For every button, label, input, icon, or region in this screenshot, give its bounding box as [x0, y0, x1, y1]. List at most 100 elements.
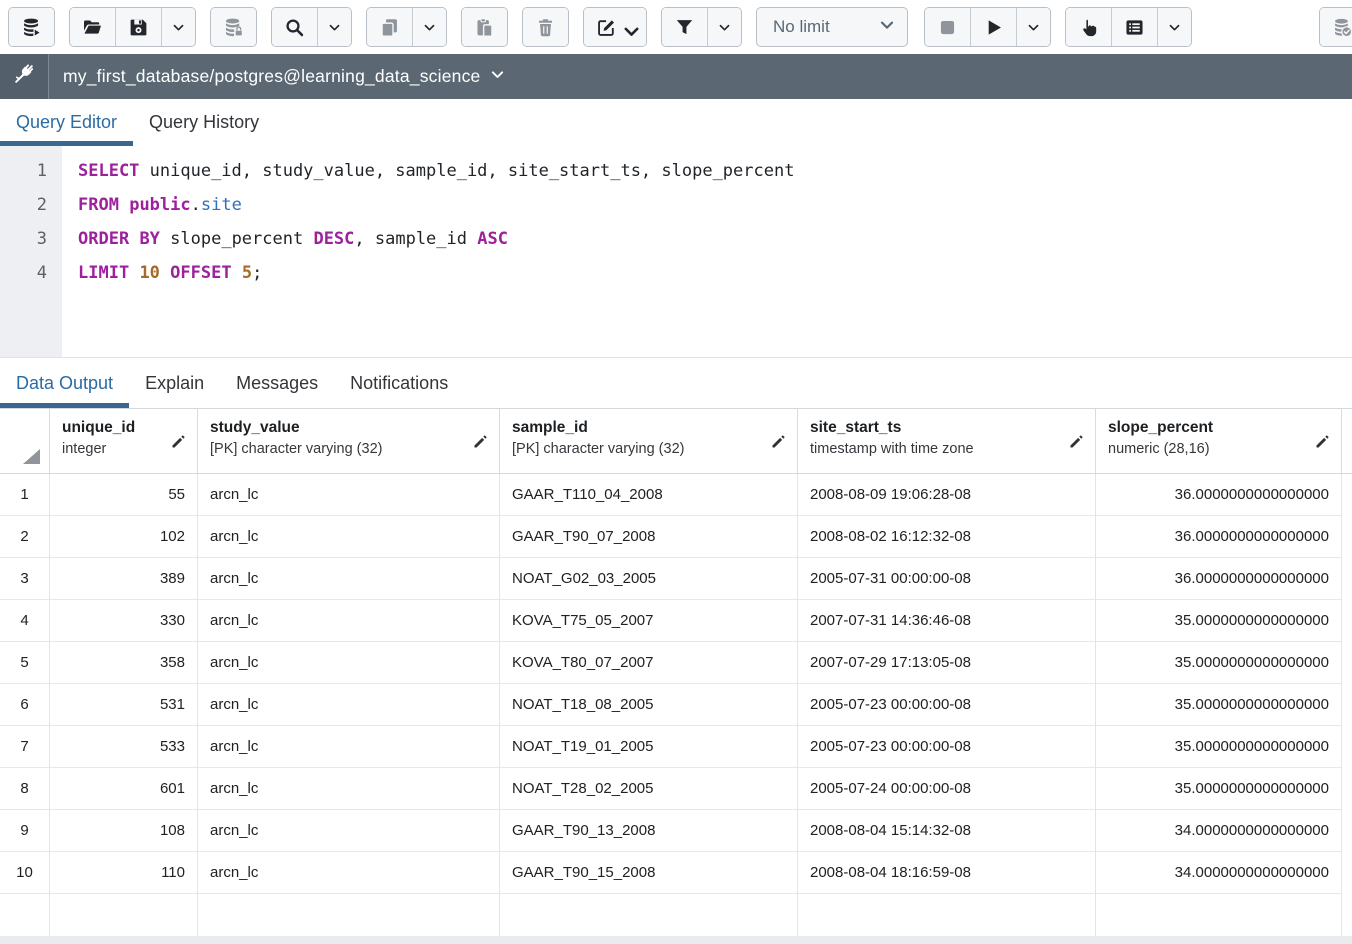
- tab-query-editor[interactable]: Query Editor: [0, 99, 133, 146]
- column-header-unique-id[interactable]: unique_idinteger: [50, 409, 198, 473]
- edit-pencil-icon[interactable]: [472, 433, 489, 450]
- row-number[interactable]: 5: [0, 642, 50, 684]
- cell-site-start-ts[interactable]: 2008-08-09 19:06:28-08: [798, 474, 1096, 516]
- cell-sample-id[interactable]: GAAR_T90_15_2008: [500, 852, 798, 894]
- cell-study-value[interactable]: arcn_lc: [198, 474, 500, 516]
- save-data-changes-button[interactable]: [211, 8, 256, 46]
- cell-sample-id[interactable]: GAAR_T90_07_2008: [500, 516, 798, 558]
- filter-options-dropdown[interactable]: [708, 8, 741, 46]
- cell-site-start-ts[interactable]: 2007-07-31 14:36:46-08: [798, 600, 1096, 642]
- cell-site-start-ts[interactable]: 2007-07-29 17:13:05-08: [798, 642, 1096, 684]
- cell-unique-id[interactable]: 330: [50, 600, 198, 642]
- execute-options-dropdown[interactable]: [1017, 8, 1050, 46]
- cell-slope-percent[interactable]: 34.0000000000000000: [1096, 852, 1342, 894]
- cell-unique-id[interactable]: 110: [50, 852, 198, 894]
- cell-unique-id[interactable]: 389: [50, 558, 198, 600]
- cell-study-value[interactable]: arcn_lc: [198, 726, 500, 768]
- cell-slope-percent[interactable]: 35.0000000000000000: [1096, 684, 1342, 726]
- sql-code[interactable]: SELECT unique_id, study_value, sample_id…: [62, 146, 1352, 357]
- cancel-query-button[interactable]: [925, 8, 971, 46]
- horizontal-scrollbar[interactable]: [0, 936, 1352, 944]
- column-header-study-value[interactable]: study_value[PK] character varying (32): [198, 409, 500, 473]
- cell-slope-percent[interactable]: 36.0000000000000000: [1096, 516, 1342, 558]
- row-number[interactable]: 3: [0, 558, 50, 600]
- cell-slope-percent[interactable]: 35.0000000000000000: [1096, 768, 1342, 810]
- connection-status-button[interactable]: [0, 54, 49, 99]
- cell-unique-id[interactable]: 358: [50, 642, 198, 684]
- query-tool-button[interactable]: [9, 8, 54, 46]
- sql-editor[interactable]: 1234 SELECT unique_id, study_value, samp…: [0, 146, 1352, 358]
- row-number[interactable]: 8: [0, 768, 50, 810]
- row-limit-select[interactable]: No limit: [756, 7, 908, 47]
- cell-study-value[interactable]: arcn_lc: [198, 642, 500, 684]
- cell-slope-percent[interactable]: 35.0000000000000000: [1096, 600, 1342, 642]
- cell-site-start-ts[interactable]: 2008-08-04 15:14:32-08: [798, 810, 1096, 852]
- cell-sample-id[interactable]: GAAR_T90_13_2008: [500, 810, 798, 852]
- row-number[interactable]: 4: [0, 600, 50, 642]
- cell-site-start-ts[interactable]: 2005-07-23 00:00:00-08: [798, 684, 1096, 726]
- cell-sample-id[interactable]: KOVA_T75_05_2007: [500, 600, 798, 642]
- cell-unique-id[interactable]: 102: [50, 516, 198, 558]
- find-button[interactable]: [272, 8, 318, 46]
- cell-study-value[interactable]: arcn_lc: [198, 558, 500, 600]
- tab-messages[interactable]: Messages: [220, 358, 334, 408]
- row-number[interactable]: 2: [0, 516, 50, 558]
- cell-unique-id[interactable]: 533: [50, 726, 198, 768]
- cell-unique-id[interactable]: 55: [50, 474, 198, 516]
- explain-analyze-button[interactable]: [1112, 8, 1158, 46]
- cell-slope-percent[interactable]: 35.0000000000000000: [1096, 642, 1342, 684]
- tab-data-output[interactable]: Data Output: [0, 358, 129, 408]
- cell-sample-id[interactable]: NOAT_T28_02_2005: [500, 768, 798, 810]
- column-header-site-start-ts[interactable]: site_start_tstimestamp with time zone: [798, 409, 1096, 473]
- cell-slope-percent[interactable]: 36.0000000000000000: [1096, 558, 1342, 600]
- cell-study-value[interactable]: arcn_lc: [198, 810, 500, 852]
- cell-study-value[interactable]: arcn_lc: [198, 768, 500, 810]
- cell-study-value[interactable]: arcn_lc: [198, 852, 500, 894]
- cell-unique-id[interactable]: 601: [50, 768, 198, 810]
- cell-site-start-ts[interactable]: 2005-07-31 00:00:00-08: [798, 558, 1096, 600]
- save-file-button[interactable]: [116, 8, 162, 46]
- explain-options-dropdown[interactable]: [1158, 8, 1191, 46]
- edit-pencil-icon[interactable]: [770, 433, 787, 450]
- row-number[interactable]: 1: [0, 474, 50, 516]
- cell-sample-id[interactable]: NOAT_T18_08_2005: [500, 684, 798, 726]
- paste-button[interactable]: [462, 8, 507, 46]
- explain-button[interactable]: [1066, 8, 1112, 46]
- cell-site-start-ts[interactable]: 2008-08-04 18:16:59-08: [798, 852, 1096, 894]
- cell-slope-percent[interactable]: 34.0000000000000000: [1096, 810, 1342, 852]
- cell-sample-id[interactable]: KOVA_T80_07_2007: [500, 642, 798, 684]
- tab-query-history[interactable]: Query History: [133, 99, 275, 146]
- cell-sample-id[interactable]: NOAT_G02_03_2005: [500, 558, 798, 600]
- select-all-corner[interactable]: [0, 409, 50, 473]
- cell-study-value[interactable]: arcn_lc: [198, 684, 500, 726]
- edit-pencil-icon[interactable]: [170, 433, 187, 450]
- cell-study-value[interactable]: arcn_lc: [198, 516, 500, 558]
- commit-button[interactable]: [1320, 8, 1352, 46]
- row-number[interactable]: 7: [0, 726, 50, 768]
- row-number[interactable]: 10: [0, 852, 50, 894]
- cell-slope-percent[interactable]: 36.0000000000000000: [1096, 474, 1342, 516]
- tab-notifications[interactable]: Notifications: [334, 358, 464, 408]
- cell-site-start-ts[interactable]: 2008-08-02 16:12:32-08: [798, 516, 1096, 558]
- column-header-slope-percent[interactable]: slope_percentnumeric (28,16): [1096, 409, 1342, 473]
- cell-sample-id[interactable]: GAAR_T110_04_2008: [500, 474, 798, 516]
- filter-button[interactable]: [662, 8, 708, 46]
- cell-sample-id[interactable]: NOAT_T19_01_2005: [500, 726, 798, 768]
- row-number[interactable]: 6: [0, 684, 50, 726]
- save-options-dropdown[interactable]: [162, 8, 195, 46]
- connection-selector[interactable]: my_first_database/postgres@learning_data…: [49, 54, 519, 99]
- edit-pencil-icon[interactable]: [1068, 433, 1085, 450]
- copy-button[interactable]: [367, 8, 413, 46]
- find-options-dropdown[interactable]: [318, 8, 351, 46]
- column-header-sample-id[interactable]: sample_id[PK] character varying (32): [500, 409, 798, 473]
- cell-study-value[interactable]: arcn_lc: [198, 600, 500, 642]
- cell-site-start-ts[interactable]: 2005-07-23 00:00:00-08: [798, 726, 1096, 768]
- open-file-button[interactable]: [70, 8, 116, 46]
- row-number[interactable]: 9: [0, 810, 50, 852]
- delete-button[interactable]: [523, 8, 568, 46]
- cell-site-start-ts[interactable]: 2005-07-24 00:00:00-08: [798, 768, 1096, 810]
- edit-pencil-icon[interactable]: [1314, 433, 1331, 450]
- execute-button[interactable]: [971, 8, 1017, 46]
- cell-unique-id[interactable]: 531: [50, 684, 198, 726]
- cell-unique-id[interactable]: 108: [50, 810, 198, 852]
